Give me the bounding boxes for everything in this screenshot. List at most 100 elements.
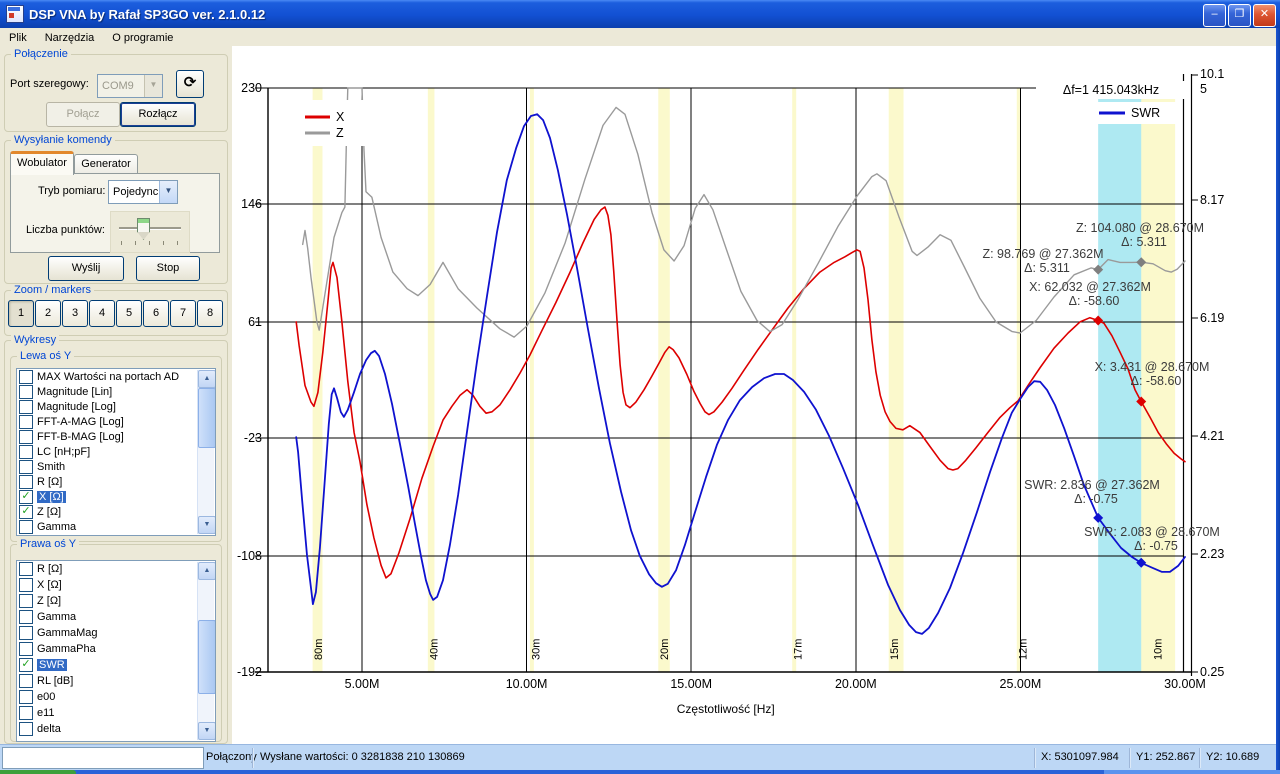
menu-item-narzędzia[interactable]: Narzędzia <box>36 30 104 46</box>
checkbox-unchecked[interactable] <box>19 475 33 489</box>
refresh-ports-button[interactable]: ⟳ <box>176 70 204 98</box>
tab-generator[interactable]: Generator <box>74 154 138 173</box>
left-axis-scrollbar[interactable]: ▲ ▼ <box>197 370 214 534</box>
x-tick-label: 10.00M <box>506 677 548 691</box>
x-tick-label: 5.00M <box>345 677 380 691</box>
right-axis-listbox[interactable]: R [Ω]X [Ω]Z [Ω]GammaGammaMagGammaPha✓SWR… <box>16 560 216 742</box>
right-axis-scrollbar[interactable]: ▲ ▼ <box>197 562 214 740</box>
list-item-delta[interactable]: delta <box>17 721 215 737</box>
list-item-x-ω-[interactable]: X [Ω] <box>17 577 215 593</box>
minimize-button[interactable]: – <box>1203 4 1226 27</box>
disconnect-button[interactable]: Rozłącz <box>120 102 196 127</box>
window-border <box>1276 28 1280 770</box>
points-count-slider[interactable] <box>110 211 190 253</box>
title-bar[interactable]: DSP VNA by Rafał SP3GO ver. 2.1.0.12 – ❐… <box>0 0 1280 28</box>
right-tick-label: 2.23 <box>1200 547 1224 561</box>
scrollbar-thumb[interactable] <box>198 388 216 448</box>
list-item-swr[interactable]: ✓SWR <box>17 657 215 673</box>
scroll-up-icon[interactable]: ▲ <box>198 562 216 580</box>
checkbox-checked[interactable]: ✓ <box>19 490 33 504</box>
connect-button[interactable]: Połącz <box>46 102 120 127</box>
checkbox-unchecked[interactable] <box>19 370 33 384</box>
slider-thumb[interactable] <box>137 218 150 240</box>
menu-item-o-programie[interactable]: O programie <box>103 30 182 46</box>
list-item-gammamag[interactable]: GammaMag <box>17 625 215 641</box>
slider-groove <box>119 227 181 230</box>
zoom-button-7[interactable]: 7 <box>170 300 196 327</box>
start-button-edge[interactable] <box>0 770 76 774</box>
zoom-button-3[interactable]: 3 <box>62 300 88 327</box>
checkbox-unchecked[interactable] <box>19 385 33 399</box>
slider-tick <box>135 241 136 245</box>
list-item-label: X [Ω] <box>37 491 66 503</box>
list-item-z-ω-[interactable]: ✓Z [Ω] <box>17 504 215 519</box>
zoom-button-2[interactable]: 2 <box>35 300 61 327</box>
vna-chart[interactable]: 23014661-23-108-1928.176.194.212.230.251… <box>232 46 1276 744</box>
list-item-x-ω-[interactable]: ✓ X [Ω] <box>17 489 215 504</box>
cursor-y1: Y1: 252.867 <box>1136 751 1195 763</box>
checkbox-unchecked[interactable] <box>19 706 33 720</box>
list-item-gamma[interactable]: Gamma <box>17 519 215 534</box>
zoom-button-6[interactable]: 6 <box>143 300 169 327</box>
scrollbar-thumb[interactable] <box>198 620 216 694</box>
chevron-down-icon[interactable]: ▼ <box>144 75 162 97</box>
checkbox-unchecked[interactable] <box>19 520 33 534</box>
scroll-down-icon[interactable]: ▼ <box>198 722 216 740</box>
zoom-button-5[interactable]: 5 <box>116 300 142 327</box>
checkbox-unchecked[interactable] <box>19 610 33 624</box>
zoom-button-4[interactable]: 4 <box>89 300 115 327</box>
scroll-down-icon[interactable]: ▼ <box>198 516 216 534</box>
list-item-gammapha[interactable]: GammaPha <box>17 641 215 657</box>
checkbox-checked[interactable]: ✓ <box>19 658 33 672</box>
send-button[interactable]: Wyślij <box>48 256 124 281</box>
measure-mode-combobox[interactable]: Pojedync ▼ <box>108 180 178 204</box>
list-item-rl-db-[interactable]: RL [dB] <box>17 673 215 689</box>
list-item-max-wartości-na-portach-ad[interactable]: MAX Wartości na portach AD <box>17 369 215 384</box>
list-item-label: Magnitude [Lin] <box>37 386 112 398</box>
zoom-button-8[interactable]: 8 <box>197 300 223 327</box>
checkbox-checked[interactable]: ✓ <box>19 505 33 519</box>
checkbox-unchecked[interactable] <box>19 674 33 688</box>
checkbox-unchecked[interactable] <box>19 445 33 459</box>
list-item-magnitude-lin-[interactable]: Magnitude [Lin] <box>17 384 215 399</box>
connection-status: Połączony <box>206 751 257 763</box>
serial-port-combobox[interactable]: COM9 ▼ <box>97 74 163 98</box>
tab-wobulator[interactable]: Wobulator <box>10 151 74 175</box>
checkbox-unchecked[interactable] <box>19 594 33 608</box>
list-item-magnitude-log-[interactable]: Magnitude [Log] <box>17 399 215 414</box>
list-item-gamma[interactable]: Gamma <box>17 609 215 625</box>
zoom-button-1[interactable]: 1 <box>8 300 34 327</box>
right-tick-label: 8.17 <box>1200 193 1224 207</box>
checkbox-unchecked[interactable] <box>19 642 33 656</box>
list-item-smith[interactable]: Smith <box>17 459 215 474</box>
checkbox-unchecked[interactable] <box>19 415 33 429</box>
stop-button[interactable]: Stop <box>136 256 200 281</box>
checkbox-unchecked[interactable] <box>19 578 33 592</box>
list-item-e11[interactable]: e11 <box>17 705 215 721</box>
checkbox-unchecked[interactable] <box>19 722 33 736</box>
left-axis-listbox[interactable]: MAX Wartości na portach AD Magnitude [Lin… <box>16 368 216 536</box>
list-item-e00[interactable]: e00 <box>17 689 215 705</box>
command-input[interactable] <box>2 747 204 769</box>
left-tick-label: 61 <box>248 315 262 329</box>
checkbox-unchecked[interactable] <box>19 626 33 640</box>
list-item-z-ω-[interactable]: Z [Ω] <box>17 593 215 609</box>
checkbox-unchecked[interactable] <box>19 400 33 414</box>
chevron-down-icon[interactable]: ▼ <box>159 181 177 203</box>
list-item-fft-a-mag-log-[interactable]: FFT-A-MAG [Log] <box>17 414 215 429</box>
close-button[interactable]: ✕ <box>1253 4 1276 27</box>
maximize-button[interactable]: ❐ <box>1228 4 1251 27</box>
checkbox-unchecked[interactable] <box>19 690 33 704</box>
chart-area[interactable]: 23014661-23-108-1928.176.194.212.230.251… <box>232 46 1276 744</box>
list-item-lc-nh-pf-[interactable]: LC [nH;pF] <box>17 444 215 459</box>
right-tick-label: 6.19 <box>1200 311 1224 325</box>
list-item-r-ω-[interactable]: R [Ω] <box>17 474 215 489</box>
menu-item-plik[interactable]: Plik <box>0 30 36 46</box>
scroll-up-icon[interactable]: ▲ <box>198 370 216 388</box>
plot-area[interactable] <box>268 88 1184 672</box>
list-item-fft-b-mag-log-[interactable]: FFT-B-MAG [Log] <box>17 429 215 444</box>
checkbox-unchecked[interactable] <box>19 460 33 474</box>
list-item-r-ω-[interactable]: R [Ω] <box>17 561 215 577</box>
checkbox-unchecked[interactable] <box>19 562 33 576</box>
checkbox-unchecked[interactable] <box>19 430 33 444</box>
